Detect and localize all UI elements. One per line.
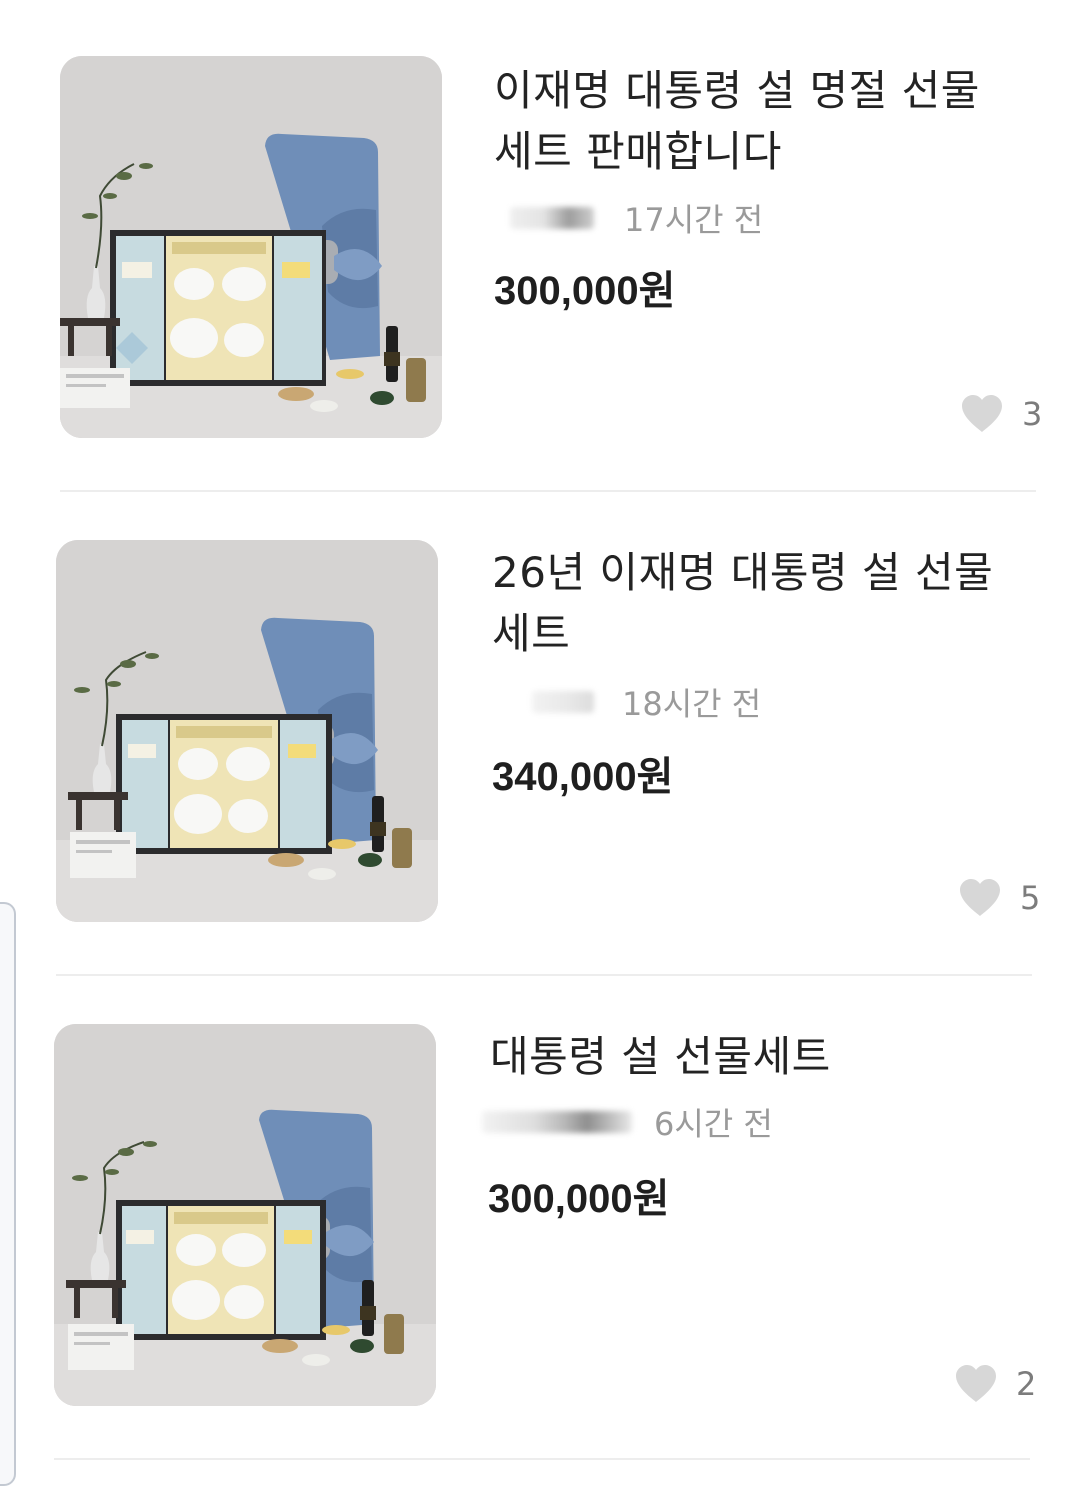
gift-set-photo [54, 1024, 436, 1406]
product-price: 340,000원 [492, 755, 674, 799]
heart-icon [956, 1365, 996, 1402]
item-divider [56, 974, 1032, 976]
like-counter[interactable]: 5 [958, 874, 1040, 922]
product-title[interactable]: 26년 이재명 대통령 설 선물 세트 [492, 542, 1012, 664]
gift-set-photo [56, 540, 438, 922]
item-divider [54, 1458, 1030, 1460]
posted-time: 6시간 전 [654, 1105, 773, 1143]
heart-icon [960, 879, 1000, 916]
edge-scroll-handle[interactable] [0, 902, 16, 1486]
blurred-location [532, 691, 594, 713]
product-thumbnail[interactable] [56, 540, 438, 922]
item-divider [60, 490, 1036, 492]
blurred-location [482, 1111, 632, 1133]
product-price: 300,000원 [488, 1177, 670, 1221]
like-count: 5 [1020, 879, 1041, 917]
product-meta: 18시간 전 [532, 680, 761, 724]
posted-time: 18시간 전 [622, 685, 762, 723]
product-list: 이재명 대통령 설 명절 선물 세트 판매합니다 17시간 전 300,000원… [0, 0, 1092, 1472]
product-title[interactable]: 대통령 설 선물세트 [490, 1026, 1010, 1087]
product-thumbnail[interactable] [54, 1024, 436, 1406]
like-count: 2 [1016, 1365, 1037, 1403]
list-item[interactable]: 대통령 설 선물세트 6시간 전 300,000원 2 [0, 0, 1092, 1406]
product-meta: 6시간 전 [482, 1100, 773, 1144]
like-counter[interactable]: 2 [954, 1360, 1036, 1408]
